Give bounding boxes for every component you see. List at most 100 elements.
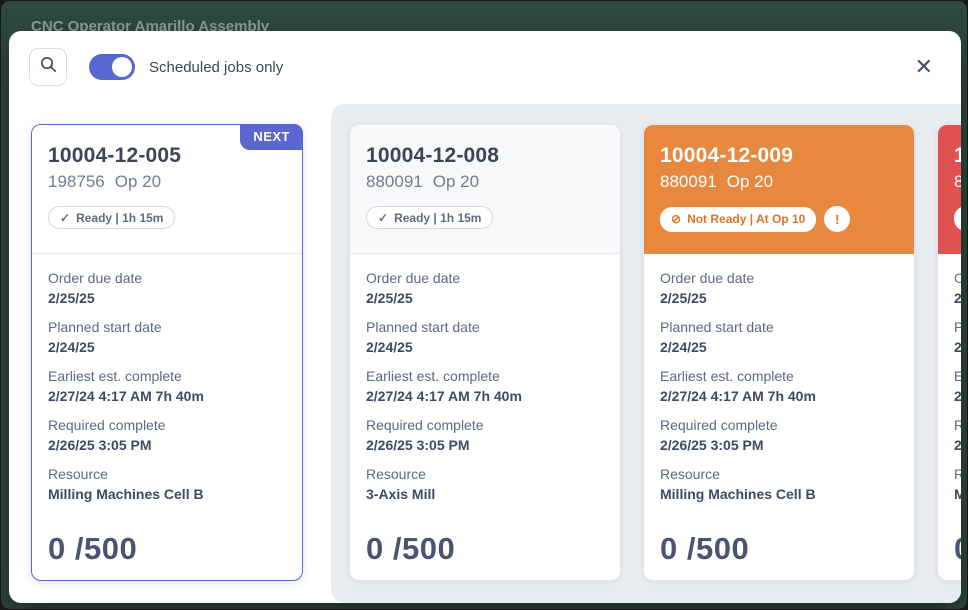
op-number: Op 20: [115, 172, 161, 191]
field-row: Order due date 2/25/25: [954, 269, 961, 308]
job-card-body: Order due date 2/25/25 Planned start dat…: [644, 254, 914, 581]
completed-count: 0 /500: [48, 531, 137, 567]
field-label: Earliest est. complete: [660, 367, 898, 386]
field-row: Earliest est. complete 2/27/24 4:17 AM 7…: [954, 367, 961, 406]
field-row: Resource Milling Machines Cell B: [954, 465, 961, 504]
field-row: Order due date 2/25/25: [366, 269, 604, 308]
op-number: Op 20: [433, 172, 479, 191]
field-value: Milling Machines Cell B: [660, 484, 898, 504]
job-card-subtitle: 880091 Op 20: [366, 172, 604, 192]
field-value: 3-Axis Mill: [366, 484, 604, 504]
job-number: 880091: [366, 172, 423, 191]
no-entry-icon: ⊘: [671, 213, 681, 225]
status-chip[interactable]: ✓ Ready | 1h 15m: [366, 206, 493, 229]
field-row: Resource Milling Machines Cell B: [660, 465, 898, 504]
job-card-body: Order due date 2/25/25 Planned start dat…: [32, 254, 302, 581]
search-button[interactable]: [29, 48, 67, 86]
field-label: Order due date: [366, 269, 604, 288]
status-chip-row: ✓ Ready | 1h 15m: [366, 206, 604, 229]
field-label: Required complete: [660, 416, 898, 435]
field-value: 2/26/25 3:05 PM: [48, 435, 286, 455]
field-row: Order due date 2/25/25: [660, 269, 898, 308]
status-chip[interactable]: ⊘ Not Ready | At Op 10: [660, 207, 816, 232]
completed-count: 0 /500: [366, 531, 455, 567]
status-chip[interactable]: ✓ Ready | 1h 15m: [48, 206, 175, 229]
status-chip-row: ◷ Not Ready: [954, 206, 961, 231]
toggle-knob: [112, 57, 132, 77]
job-number: 198756: [48, 172, 105, 191]
job-card-subtitle: 880091 Op 20: [660, 172, 898, 192]
job-card-header: NEXT 10004-12-005 198756Op 20 ✓ Ready | …: [32, 125, 302, 254]
modal-toolbar: Scheduled jobs only ✕: [9, 31, 961, 103]
field-label: Resource: [366, 465, 604, 484]
close-icon[interactable]: ✕: [911, 52, 937, 82]
field-label: Required complete: [48, 416, 286, 435]
job-card[interactable]: 10004-12-008 880091 Op 20 ✓ Ready | 1h 15…: [349, 124, 621, 581]
field-value: 2/25/25: [48, 288, 286, 308]
field-value: 2/26/25 3:05 PM: [954, 435, 961, 455]
status-text: Not Ready | At Op 10: [687, 212, 805, 226]
scheduled-jobs-modal: Scheduled jobs only ✕ NEXT 10004-12-005 …: [9, 31, 961, 603]
field-label: Planned start date: [660, 318, 898, 337]
field-value: 2/25/25: [954, 288, 961, 308]
job-card[interactable]: 10004-12-0 880091Op 20 ◷ Not Ready Order…: [937, 124, 961, 581]
next-badge: NEXT: [240, 124, 303, 150]
job-card-title: 10004-12-008: [366, 144, 604, 168]
field-value: 2/24/25: [366, 337, 604, 357]
op-number: Op 20: [727, 172, 773, 191]
field-value: 2/27/24 4:17 AM 7h 40m: [48, 386, 286, 406]
field-value: 2/24/25: [660, 337, 898, 357]
status-text: Ready | 1h 15m: [394, 211, 481, 225]
job-card-body: Order due date 2/25/25 Planned start dat…: [938, 254, 961, 581]
job-card-subtitle: 198756 Op 20: [48, 172, 286, 192]
field-label: Resource: [954, 465, 961, 484]
job-card-header: 10004-12-009 880091 Op 20 ⊘ Not Ready | A…: [644, 125, 914, 254]
field-label: Order due date: [660, 269, 898, 288]
field-row: Planned start date 2/24/25: [48, 318, 286, 357]
job-card-title: 10004-12-009: [660, 144, 898, 168]
alert-chip[interactable]: !: [824, 206, 850, 232]
field-value: 2/24/25: [48, 337, 286, 357]
field-value: 2/27/24 4:17 AM 7h 40m: [660, 386, 898, 406]
job-card-header: 10004-12-0 880091Op 20 ◷ Not Ready: [938, 125, 961, 254]
job-card-subtitle: 880091Op 20: [954, 172, 961, 192]
field-label: Earliest est. complete: [366, 367, 604, 386]
field-row: Required complete 2/26/25 3:05 PM: [366, 416, 604, 455]
toggle-label: Scheduled jobs only: [149, 59, 283, 76]
field-row: Order due date 2/25/25: [48, 269, 286, 308]
job-card-body: Order due date 2/25/25 Planned start dat…: [350, 254, 620, 581]
status-text: Ready | 1h 15m: [76, 211, 163, 225]
scheduled-jobs-toggle[interactable]: [89, 54, 135, 80]
field-value: 2/26/25 3:05 PM: [366, 435, 604, 455]
field-label: Resource: [48, 465, 286, 484]
status-chip[interactable]: ◷ Not Ready: [954, 206, 961, 231]
field-row: Planned start date 2/24/25: [954, 318, 961, 357]
status-chip-row: ⊘ Not Ready | At Op 10 !: [660, 206, 898, 232]
field-value: 2/26/25 3:05 PM: [660, 435, 898, 455]
field-label: Order due date: [954, 269, 961, 288]
status-chip-row: ✓ Ready | 1h 15m: [48, 206, 286, 229]
field-label: Required complete: [954, 416, 961, 435]
job-number: 880091: [660, 172, 717, 191]
field-row: Required complete 2/26/25 3:05 PM: [954, 416, 961, 455]
field-row: Earliest est. complete 2/27/24 4:17 AM 7…: [48, 367, 286, 406]
field-value: Milling Machines Cell B: [48, 484, 286, 504]
field-row: Planned start date 2/24/25: [366, 318, 604, 357]
field-label: Planned start date: [954, 318, 961, 337]
check-icon: ✓: [378, 212, 388, 224]
job-card[interactable]: NEXT 10004-12-005 198756Op 20 ✓ Ready | …: [31, 124, 303, 581]
field-row: Required complete 2/26/25 3:05 PM: [660, 416, 898, 455]
field-label: Earliest est. complete: [954, 367, 961, 386]
field-row: Resource 3-Axis Mill: [366, 465, 604, 504]
field-label: Resource: [660, 465, 898, 484]
field-value: 2/25/25: [660, 288, 898, 308]
field-label: Earliest est. complete: [48, 367, 286, 386]
field-label: Required complete: [366, 416, 604, 435]
field-row: Earliest est. complete 2/27/24 4:17 AM 7…: [660, 367, 898, 406]
job-card-header: 10004-12-008 880091 Op 20 ✓ Ready | 1h 15…: [350, 125, 620, 254]
field-value: Milling Machines Cell B: [954, 484, 961, 504]
job-card[interactable]: 10004-12-009 880091 Op 20 ⊘ Not Ready | A…: [643, 124, 915, 581]
field-label: Order due date: [48, 269, 286, 288]
check-icon: ✓: [60, 212, 70, 224]
completed-count: 0 /500: [954, 531, 961, 567]
